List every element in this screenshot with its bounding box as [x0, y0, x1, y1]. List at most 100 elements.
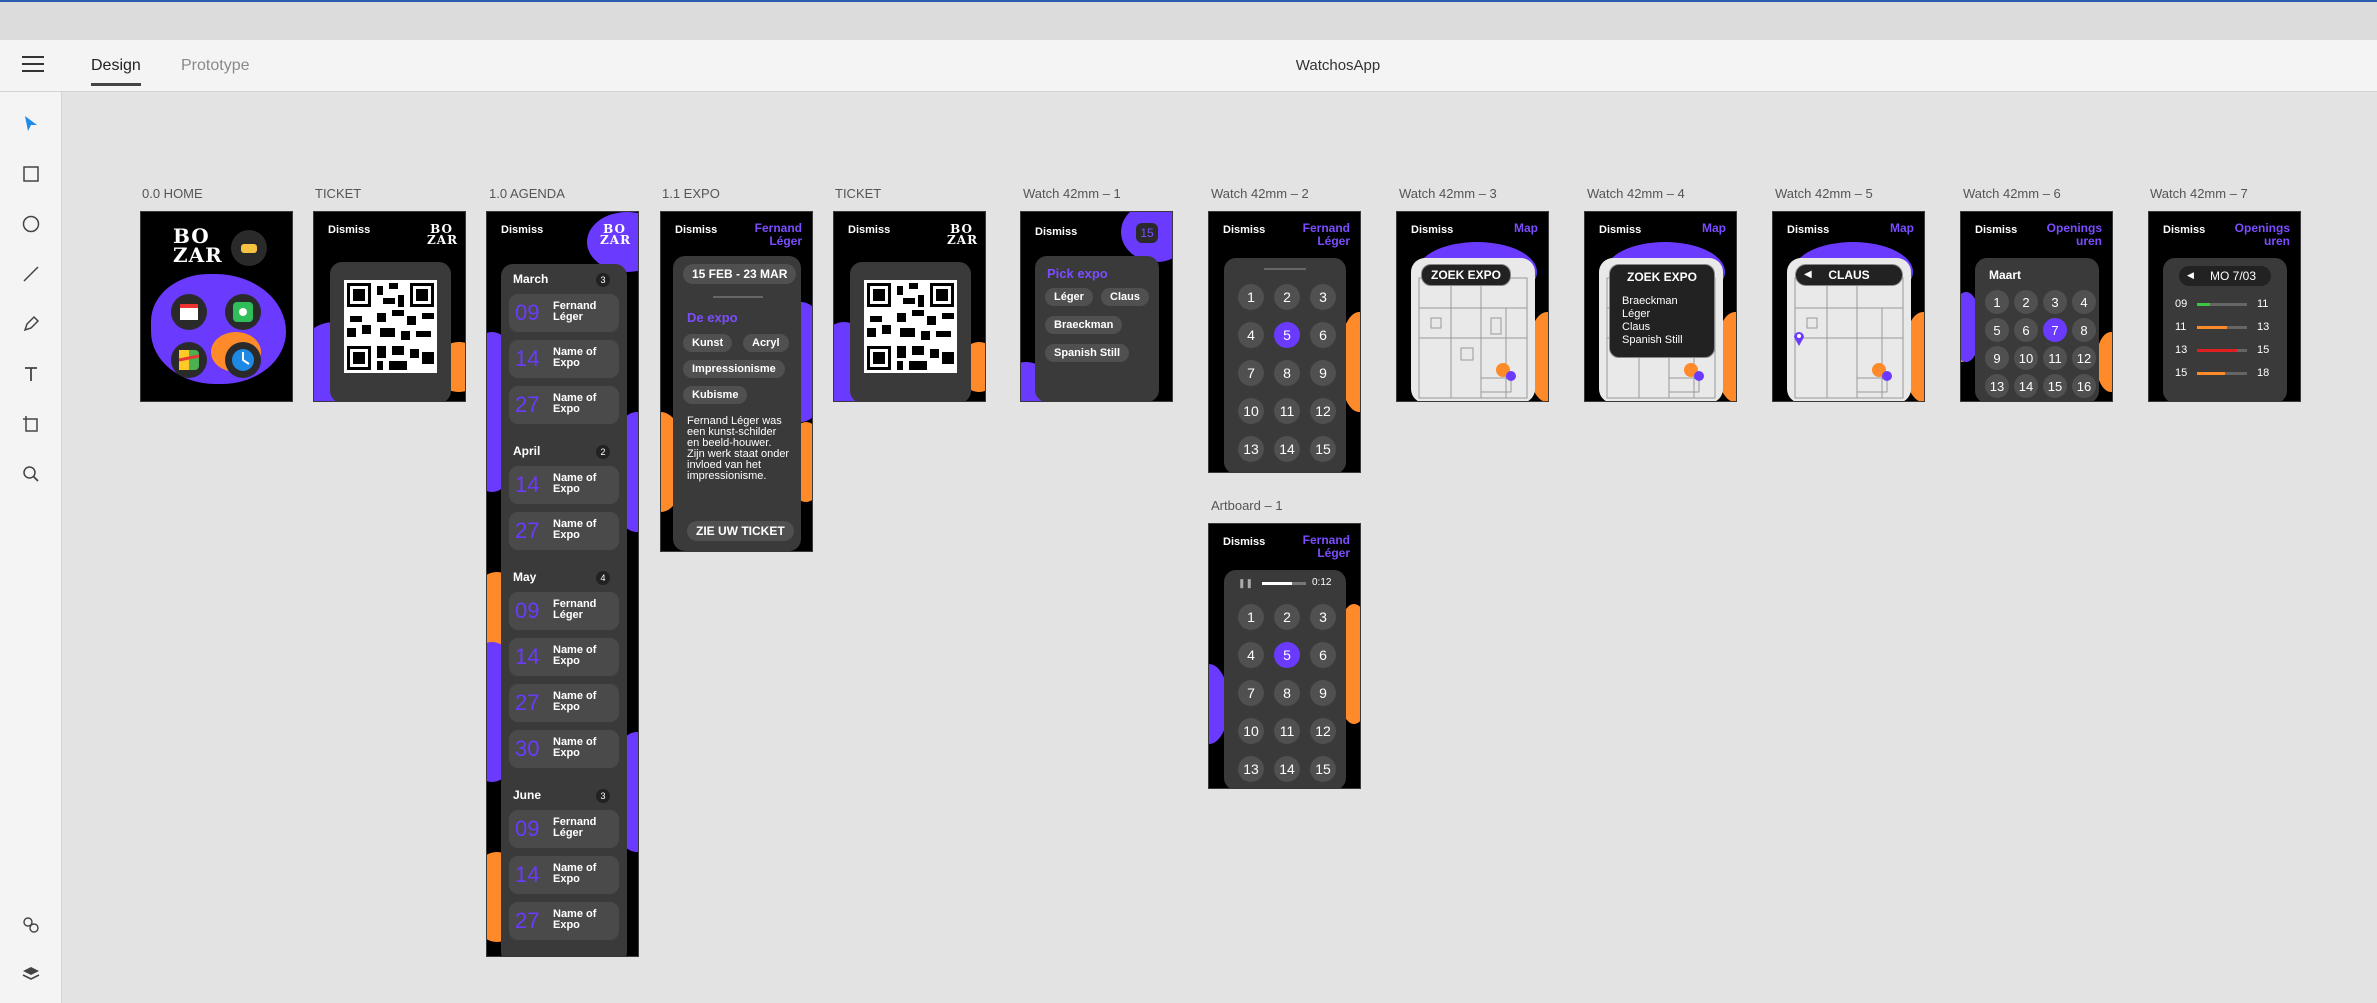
- agenda-item[interactable]: 27 Name of Expo: [509, 902, 619, 940]
- artboard-agenda[interactable]: Dismiss BO ZAR March 3 09 Fernand Léger 14 Na…: [486, 211, 639, 957]
- number-button[interactable]: 11: [1274, 398, 1300, 424]
- calendar-day[interactable]: 12: [2072, 346, 2096, 370]
- number-button[interactable]: 9: [1310, 360, 1336, 386]
- dismiss-button[interactable]: Dismiss: [848, 224, 890, 236]
- number-button[interactable]: 2: [1274, 604, 1300, 630]
- pause-icon[interactable]: ❚❚: [1238, 578, 1253, 589]
- audio-progress-bar[interactable]: [1262, 582, 1292, 585]
- artboard-watch-1[interactable]: Dismiss 15 Pick expo Léger Claus Braeckm…: [1020, 211, 1173, 402]
- dismiss-button[interactable]: Dismiss: [1223, 536, 1265, 548]
- number-button[interactable]: 5: [1274, 322, 1300, 348]
- select-tool-icon[interactable]: [19, 112, 43, 136]
- menu-icon[interactable]: [22, 56, 44, 74]
- agenda-item[interactable]: 14 Name of Expo: [509, 638, 619, 676]
- number-button[interactable]: 10: [1238, 718, 1264, 744]
- artboard-watch-6[interactable]: Dismiss Openings uren Maart 1 2 3 4 5 6 7 8 9 10 1…: [1960, 211, 2113, 402]
- location-pin-icon[interactable]: [1793, 330, 1805, 346]
- date-selector[interactable]: ◀ MO 7/03: [2179, 266, 2271, 286]
- tag-pill[interactable]: Kunst: [683, 334, 733, 352]
- text-tool-icon[interactable]: [19, 362, 43, 386]
- calendar-day[interactable]: 5: [1985, 318, 2009, 342]
- floor-map[interactable]: ◀ CLAUS: [1787, 258, 1911, 401]
- podcast-app-icon[interactable]: [225, 294, 261, 330]
- number-button[interactable]: 6: [1310, 322, 1336, 348]
- number-button[interactable]: 6: [1310, 642, 1336, 668]
- dismiss-button[interactable]: Dismiss: [2163, 224, 2205, 236]
- pen-tool-icon[interactable]: [19, 312, 43, 336]
- line-tool-icon[interactable]: [19, 262, 43, 286]
- expo-option[interactable]: Spanish Still: [1045, 344, 1130, 362]
- artboard-ticket-2[interactable]: Dismiss BO ZAR: [833, 211, 986, 402]
- number-button[interactable]: 7: [1238, 680, 1264, 706]
- ellipse-tool-icon[interactable]: [19, 212, 43, 236]
- tag-pill[interactable]: Kubisme: [683, 386, 748, 404]
- calendar-day[interactable]: 10: [2014, 346, 2038, 370]
- dismiss-button[interactable]: Dismiss: [1599, 224, 1641, 236]
- artboard-expo[interactable]: Dismiss Fernand Léger 15 FEB - 23 MAR De…: [660, 211, 813, 552]
- agenda-item[interactable]: 14 Name of Expo: [509, 466, 619, 504]
- number-button[interactable]: 13: [1238, 756, 1264, 782]
- dismiss-button[interactable]: Dismiss: [1411, 224, 1453, 236]
- agenda-item[interactable]: 09 Fernand Léger: [509, 294, 619, 332]
- artboard-ticket-1[interactable]: Dismiss BO ZAR: [313, 211, 466, 402]
- dismiss-button[interactable]: Dismiss: [1787, 224, 1829, 236]
- agenda-item[interactable]: 14 Name of Expo: [509, 856, 619, 894]
- agenda-item[interactable]: 09 Fernand Léger: [509, 592, 619, 630]
- number-button[interactable]: 1: [1238, 284, 1264, 310]
- floor-map[interactable]: ZOEK EXPO: [1411, 258, 1535, 401]
- expo-option[interactable]: Claus: [1101, 288, 1149, 306]
- assets-icon[interactable]: [19, 912, 43, 936]
- number-button[interactable]: 4: [1238, 642, 1264, 668]
- artboard-watch-2[interactable]: Dismiss Fernand Léger 1 2 3 4 5 6 7 8 9 10 11 12 13 1…: [1208, 211, 1361, 473]
- dismiss-button[interactable]: Dismiss: [675, 224, 717, 236]
- calendar-day[interactable]: 9: [1985, 346, 2009, 370]
- result-item[interactable]: Spanish Still: [1622, 334, 1683, 347]
- calendar-day[interactable]: 3: [2043, 290, 2067, 314]
- number-button[interactable]: 14: [1274, 436, 1300, 462]
- dismiss-button[interactable]: Dismiss: [1975, 224, 2017, 236]
- number-button[interactable]: 3: [1310, 604, 1336, 630]
- tab-prototype[interactable]: Prototype: [181, 57, 249, 75]
- calendar-day[interactable]: 7: [2043, 318, 2067, 342]
- number-button[interactable]: 14: [1274, 756, 1300, 782]
- number-button[interactable]: 4: [1238, 322, 1264, 348]
- artboard-watch-7[interactable]: Dismiss Openings uren ◀ MO 7/03 09 11 11 13…: [2148, 211, 2301, 402]
- calendar-day[interactable]: 6: [2014, 318, 2038, 342]
- calendar-day[interactable]: 8: [2072, 318, 2096, 342]
- calendar-day[interactable]: 15: [2043, 374, 2067, 398]
- calendar-app-icon[interactable]: [171, 294, 207, 330]
- number-button[interactable]: 12: [1310, 718, 1336, 744]
- design-canvas[interactable]: 0.0 HOME BO ZAR TICKET Dismiss BO ZAR 1.…: [63, 93, 2377, 1003]
- dismiss-button[interactable]: Dismiss: [1223, 224, 1265, 236]
- dismiss-button[interactable]: Dismiss: [1035, 226, 1077, 238]
- number-button[interactable]: 13: [1238, 436, 1264, 462]
- expo-option[interactable]: Braeckman: [1045, 316, 1123, 334]
- agenda-item[interactable]: 30 Name of Expo: [509, 730, 619, 768]
- artboard-tool-icon[interactable]: [19, 412, 43, 436]
- calendar-day[interactable]: 13: [1985, 374, 2009, 398]
- dismiss-button[interactable]: Dismiss: [501, 224, 543, 236]
- number-button[interactable]: 15: [1310, 436, 1336, 462]
- back-arrow-icon[interactable]: ◀: [2187, 270, 2194, 281]
- number-button[interactable]: 8: [1274, 680, 1300, 706]
- search-bar[interactable]: ◀ CLAUS: [1795, 264, 1903, 286]
- layers-icon[interactable]: [19, 962, 43, 986]
- calendar-day[interactable]: 14: [2014, 374, 2038, 398]
- number-button[interactable]: 11: [1274, 718, 1300, 744]
- number-button[interactable]: 3: [1310, 284, 1336, 310]
- search-expo-field[interactable]: ZOEK EXPO: [1610, 270, 1714, 284]
- number-button[interactable]: 15: [1310, 756, 1336, 782]
- calendar-day[interactable]: 1: [1985, 290, 2009, 314]
- expo-option[interactable]: Léger: [1045, 288, 1093, 306]
- calendar-day[interactable]: 11: [2043, 346, 2067, 370]
- number-button[interactable]: 1: [1238, 604, 1264, 630]
- agenda-item[interactable]: 27 Name of Expo: [509, 386, 619, 424]
- dismiss-button[interactable]: Dismiss: [328, 224, 370, 236]
- artboard-1[interactable]: Dismiss Fernand Léger ❚❚ 0:12 1234567891…: [1208, 523, 1361, 789]
- rectangle-tool-icon[interactable]: [19, 162, 43, 186]
- tag-pill[interactable]: Impressionisme: [683, 360, 785, 378]
- result-item[interactable]: Claus: [1622, 321, 1650, 334]
- number-button[interactable]: 10: [1238, 398, 1264, 424]
- number-button[interactable]: 9: [1310, 680, 1336, 706]
- see-ticket-button[interactable]: ZIE UW TICKET: [687, 521, 794, 541]
